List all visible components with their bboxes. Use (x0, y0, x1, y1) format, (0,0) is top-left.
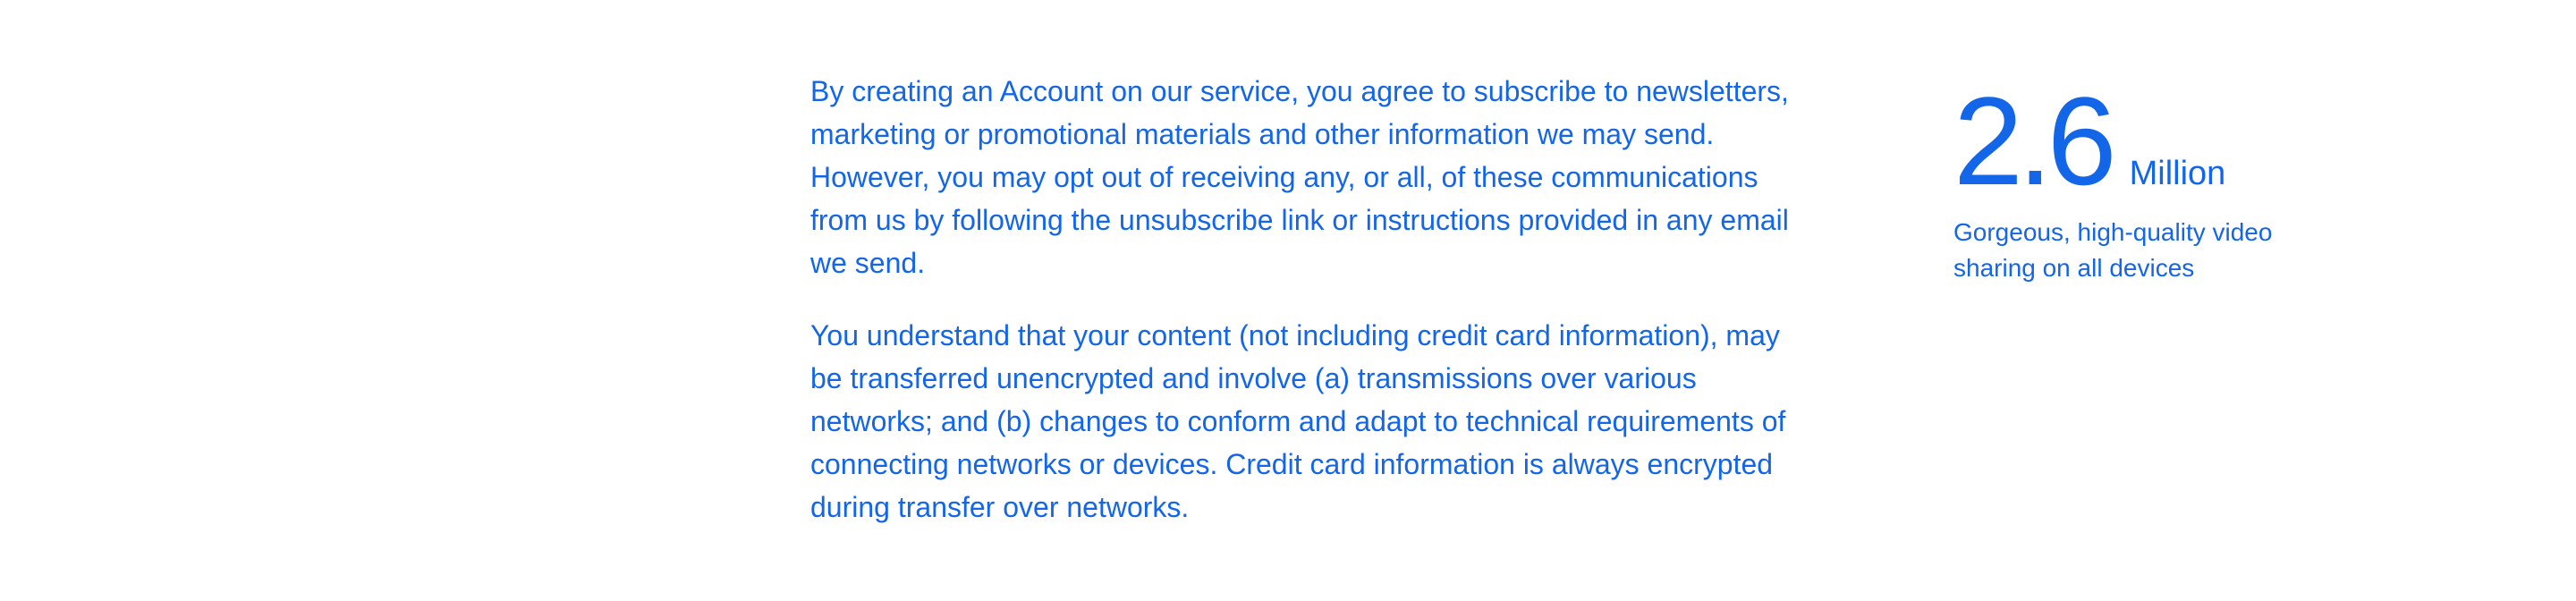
terms-paragraph-subscription: By creating an Account on our service, y… (810, 75, 1789, 279)
terms-section: By creating an Account on our service, y… (810, 70, 1803, 529)
stat-number: 2.6 (1953, 71, 2117, 211)
stat-description: Gorgeous, high-quality video sharing on … (1953, 218, 2273, 282)
stat-block: 2.6 Million Gorgeous, high-quality video… (1953, 79, 2365, 286)
stat-unit: Million (2129, 155, 2226, 192)
stat-headline: 2.6 Million (1953, 79, 2365, 204)
terms-paragraph-content-transfer: You understand that your content (not in… (810, 319, 1786, 523)
